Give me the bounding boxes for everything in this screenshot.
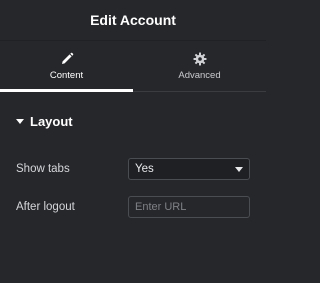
panel-title: Edit Account [90,12,176,28]
show-tabs-label: Show tabs [16,163,70,175]
caret-down-icon [16,119,24,124]
panel-header: Edit Account [0,0,266,41]
tab-advanced-label: Advanced [178,69,221,81]
after-logout-label: After logout [16,201,75,213]
after-logout-url-input[interactable] [128,196,250,218]
pencil-icon [61,52,73,64]
tab-content[interactable]: Content [0,41,133,92]
layout-section-title: Layout [30,113,73,129]
show-tabs-value: Yes [135,163,154,175]
gear-icon [193,52,206,65]
layout-section: Layout Show tabs Yes After logout [0,92,266,226]
tab-content-label: Content [49,69,84,81]
chevron-down-icon [235,166,243,172]
layout-section-toggle[interactable]: Layout [16,92,250,150]
tab-advanced[interactable]: Advanced [133,41,266,91]
show-tabs-control: Show tabs Yes [16,150,250,188]
tab-bar: Content Advanced [0,41,266,92]
after-logout-control: After logout [16,188,250,226]
show-tabs-select[interactable]: Yes [128,158,250,180]
